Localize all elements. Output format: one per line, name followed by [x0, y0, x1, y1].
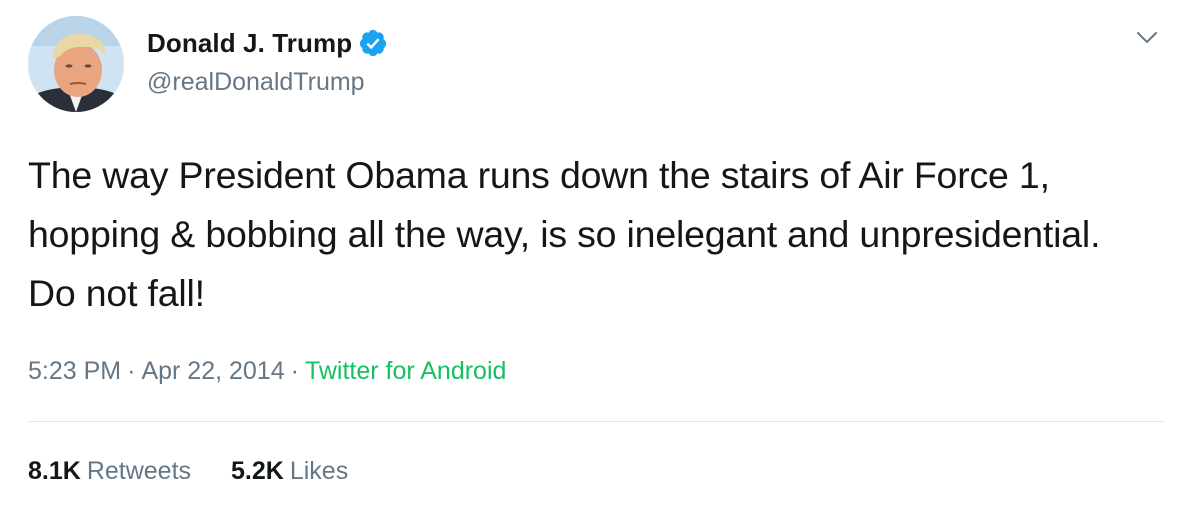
- avatar[interactable]: [28, 16, 124, 112]
- divider: [28, 421, 1165, 422]
- meta-separator: ·: [290, 357, 299, 385]
- retweets-stat[interactable]: 8.1K Retweets: [28, 454, 191, 488]
- likes-label: Likes: [289, 457, 349, 485]
- likes-count: 5.2K: [231, 457, 284, 485]
- tweet-card: Donald J. Trump @realDonaldTrump The way…: [0, 0, 1193, 510]
- retweets-label: Retweets: [86, 457, 192, 485]
- display-name[interactable]: Donald J. Trump: [147, 26, 352, 60]
- chevron-down-icon[interactable]: [1135, 28, 1159, 48]
- author-handle[interactable]: @realDonaldTrump: [147, 66, 365, 98]
- tweet-stats: 8.1K Retweets 5.2K Likes: [28, 454, 348, 488]
- meta-separator: ·: [127, 357, 136, 385]
- tweet-text: The way President Obama runs down the st…: [28, 154, 1101, 314]
- tweet-source-link[interactable]: Twitter for Android: [305, 357, 506, 385]
- likes-stat[interactable]: 5.2K Likes: [231, 454, 348, 488]
- tweet-date[interactable]: Apr 22, 2014: [141, 357, 284, 385]
- avatar-image: [28, 16, 124, 112]
- tweet-meta: 5:23 PM · Apr 22, 2014 · Twitter for Android: [28, 354, 506, 388]
- verified-badge-icon: [358, 28, 388, 58]
- author-name-row[interactable]: Donald J. Trump: [147, 26, 388, 60]
- tweet-time[interactable]: 5:23 PM: [28, 357, 121, 385]
- retweets-count: 8.1K: [28, 457, 81, 485]
